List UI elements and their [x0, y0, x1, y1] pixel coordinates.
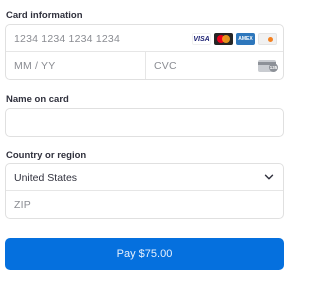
zip-placeholder: ZIP	[14, 199, 31, 211]
country-select[interactable]: United States	[6, 164, 283, 191]
cvc-placeholder: CVC	[154, 60, 177, 72]
chevron-down-icon	[264, 174, 274, 180]
card-expiry-field[interactable]: MM / YY	[6, 52, 145, 79]
card-number-placeholder: 1234 1234 1234 1234	[14, 33, 120, 45]
country-group: United States ZIP	[5, 163, 284, 219]
cvc-card-icon: 135	[258, 60, 278, 72]
amex-icon: AMEX	[236, 33, 255, 45]
visa-icon: VISA	[192, 33, 211, 45]
pay-button[interactable]: Pay $75.00	[5, 238, 284, 270]
discover-icon	[258, 33, 277, 45]
country-selected: United States	[14, 172, 78, 184]
name-input-area	[6, 109, 283, 136]
zip-field[interactable]: ZIP	[6, 191, 283, 218]
card-number-field[interactable]: 1234 1234 1234 1234 VISA AMEX	[6, 25, 283, 52]
name-on-card-field[interactable]	[5, 108, 284, 137]
country-label: Country or region	[6, 150, 87, 161]
card-expiry-cvc-row: MM / YY CVC 135	[6, 52, 283, 79]
card-info-label: Card information	[6, 10, 83, 21]
name-on-card-label: Name on card	[6, 94, 69, 105]
expiry-placeholder: MM / YY	[14, 60, 56, 72]
card-brands: VISA AMEX	[192, 33, 277, 45]
mastercard-icon	[214, 33, 233, 45]
card-info-group: 1234 1234 1234 1234 VISA AMEX MM / YY CV…	[5, 24, 284, 80]
card-cvc-field[interactable]: CVC 135	[146, 52, 283, 79]
